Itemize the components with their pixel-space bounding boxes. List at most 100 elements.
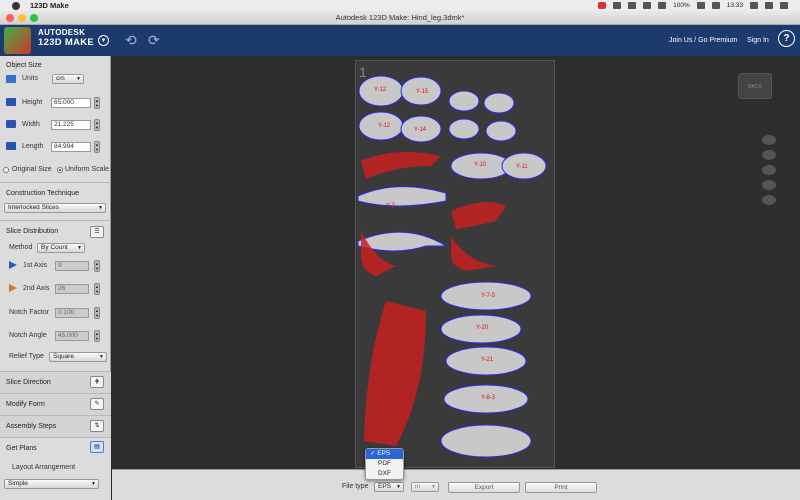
- width-field[interactable]: 21.225: [51, 120, 91, 130]
- notch-factor-field[interactable]: 0.100: [55, 308, 89, 318]
- window-controls: [6, 14, 38, 22]
- height-stepper[interactable]: ▲ ▼: [94, 97, 100, 109]
- assembly-steps-section[interactable]: Assembly Steps ⇅: [0, 415, 111, 437]
- slice-part-label: Y-2: [386, 203, 395, 209]
- menubar-app-name[interactable]: 123D Make: [30, 1, 69, 10]
- relief-type-select[interactable]: Square: [49, 352, 107, 362]
- notch-factor-label: Notch Factor: [9, 309, 50, 316]
- layout-arrangement-select[interactable]: Simple: [4, 479, 99, 489]
- length-field[interactable]: 84.994: [51, 142, 91, 152]
- file-type-option-dxf[interactable]: DXF: [366, 469, 403, 479]
- height-field[interactable]: 65.000: [51, 98, 91, 108]
- units-icon: [6, 75, 16, 83]
- method-select[interactable]: By Count: [37, 243, 85, 253]
- first-axis-stepper[interactable]: ▲ ▼: [94, 260, 100, 272]
- app-logo-icon: [4, 27, 31, 54]
- modify-form-section[interactable]: Modify Form ✎: [0, 393, 111, 415]
- home-view-icon[interactable]: [762, 195, 776, 205]
- file-type-option-pdf[interactable]: PDF: [366, 459, 403, 469]
- get-plans-section[interactable]: Get Plans ▤ Layout Arrangement Simple: [0, 437, 111, 500]
- file-type-option-eps[interactable]: ✓ EPS: [366, 449, 403, 459]
- slice-part-label: Y-11: [516, 164, 528, 170]
- slice-part-label: Y-15: [416, 89, 429, 95]
- volume-icon[interactable]: [658, 2, 667, 9]
- construction-section: Construction Technique Interlocked Slice…: [0, 182, 111, 218]
- spotlight-icon[interactable]: [750, 2, 758, 9]
- method-label: Method: [9, 244, 33, 251]
- slice-direction-section[interactable]: Slice Direction ⋕: [0, 371, 111, 393]
- modify-form-title: Modify Form: [6, 401, 45, 408]
- orbit-icon[interactable]: [762, 150, 776, 160]
- flag-icon[interactable]: [711, 2, 720, 9]
- slice-distribution-menu-icon[interactable]: ☰: [90, 226, 104, 238]
- slice-part: [448, 118, 480, 140]
- redo-arrow-icon[interactable]: ⟳: [148, 32, 160, 49]
- second-axis-stepper[interactable]: ▲ ▼: [94, 283, 100, 295]
- app-menu-chevron-icon[interactable]: ▼: [98, 35, 109, 46]
- bluetooth-icon[interactable]: [628, 2, 637, 9]
- modify-form-icon[interactable]: ✎: [90, 398, 104, 410]
- slice-part: [357, 186, 447, 207]
- width-stepper[interactable]: ▲ ▼: [94, 119, 100, 131]
- slice-part: [485, 120, 517, 142]
- original-size-radio[interactable]: [3, 167, 9, 173]
- minimize-window-button[interactable]: [18, 14, 26, 22]
- original-size-label: Original Size: [12, 166, 52, 173]
- app-header: AUTODESK 123D MAKE ▼ ⟲ ⟳ Join Us / Go Pr…: [0, 25, 800, 56]
- clock[interactable]: 13:33: [727, 2, 743, 9]
- plan-sheet[interactable]: 1 Y-12 Y-15 Y-12 Y-14 Y-10 Y-11 Y-2 Y-7-…: [355, 60, 555, 468]
- menu-extra-icon[interactable]: [613, 2, 622, 9]
- slice-part-label: Y-12: [378, 123, 391, 129]
- sign-in-link[interactable]: Sign In: [747, 37, 769, 44]
- battery-icon[interactable]: [696, 2, 705, 9]
- help-icon[interactable]: ?: [778, 30, 795, 47]
- first-axis-field[interactable]: 9: [55, 261, 89, 271]
- file-type-menu: ✓ EPS PDF DXF: [365, 448, 404, 480]
- slice-part-red: [451, 236, 496, 271]
- length-stepper[interactable]: ▲ ▼: [94, 141, 100, 153]
- slice-direction-title: Slice Direction: [6, 379, 51, 386]
- slice-part: [440, 424, 532, 458]
- slice-part-label: Y-12: [374, 87, 387, 93]
- wifi-icon[interactable]: [643, 2, 652, 9]
- export-units-select[interactable]: in: [411, 482, 439, 492]
- notch-angle-stepper[interactable]: ▲ ▼: [94, 330, 100, 342]
- left-panel: Object Size Units cm Height 65.000 ▲▼ Wi…: [0, 56, 111, 500]
- brand: AUTODESK 123D MAKE: [38, 28, 94, 48]
- assembly-steps-icon[interactable]: ⇅: [90, 420, 104, 432]
- pan-icon[interactable]: [762, 135, 776, 145]
- close-window-button[interactable]: [6, 14, 14, 22]
- apple-icon[interactable]: [12, 1, 20, 10]
- notch-factor-stepper[interactable]: ▲ ▼: [94, 307, 100, 319]
- undo-arrow-icon[interactable]: ⟲: [125, 32, 137, 49]
- construction-select[interactable]: Interlocked Slices: [4, 203, 106, 213]
- slice-part: [483, 92, 515, 114]
- second-axis-field[interactable]: 26: [55, 284, 89, 294]
- slice-direction-icon[interactable]: ⋕: [90, 376, 104, 388]
- print-button[interactable]: Print: [525, 482, 597, 493]
- export-button[interactable]: Export: [448, 482, 520, 493]
- file-type-select[interactable]: EPS: [374, 482, 404, 492]
- bottom-toolbar: File type EPS in Export Print: [112, 469, 800, 500]
- notch-angle-field[interactable]: 45.000: [55, 331, 89, 341]
- slice-part-red: [361, 152, 441, 179]
- width-icon: [6, 120, 16, 128]
- get-plans-icon[interactable]: ▤: [90, 441, 104, 453]
- slice-part-label: Y-14: [414, 127, 427, 133]
- view-cube[interactable]: BACK: [738, 73, 772, 99]
- slice-part-label: Y-20: [476, 325, 489, 331]
- status-red-icon[interactable]: [598, 2, 607, 9]
- zoom-window-button[interactable]: [30, 14, 38, 22]
- notification-center-icon[interactable]: [780, 2, 788, 9]
- slice-distribution-section: Slice Distribution ☰ Method By Count 1st…: [0, 220, 111, 368]
- battery-percent: 100%: [673, 2, 690, 9]
- fit-icon[interactable]: [762, 180, 776, 190]
- notch-angle-label: Notch Angle: [9, 332, 47, 339]
- zoom-icon[interactable]: [762, 165, 776, 175]
- length-icon: [6, 142, 16, 150]
- slice-distribution-title: Slice Distribution: [6, 228, 59, 235]
- join-premium-link[interactable]: Join Us / Go Premium: [669, 37, 737, 44]
- units-select[interactable]: cm: [52, 74, 84, 84]
- uniform-scale-radio[interactable]: [57, 167, 63, 173]
- user-icon[interactable]: [765, 2, 773, 9]
